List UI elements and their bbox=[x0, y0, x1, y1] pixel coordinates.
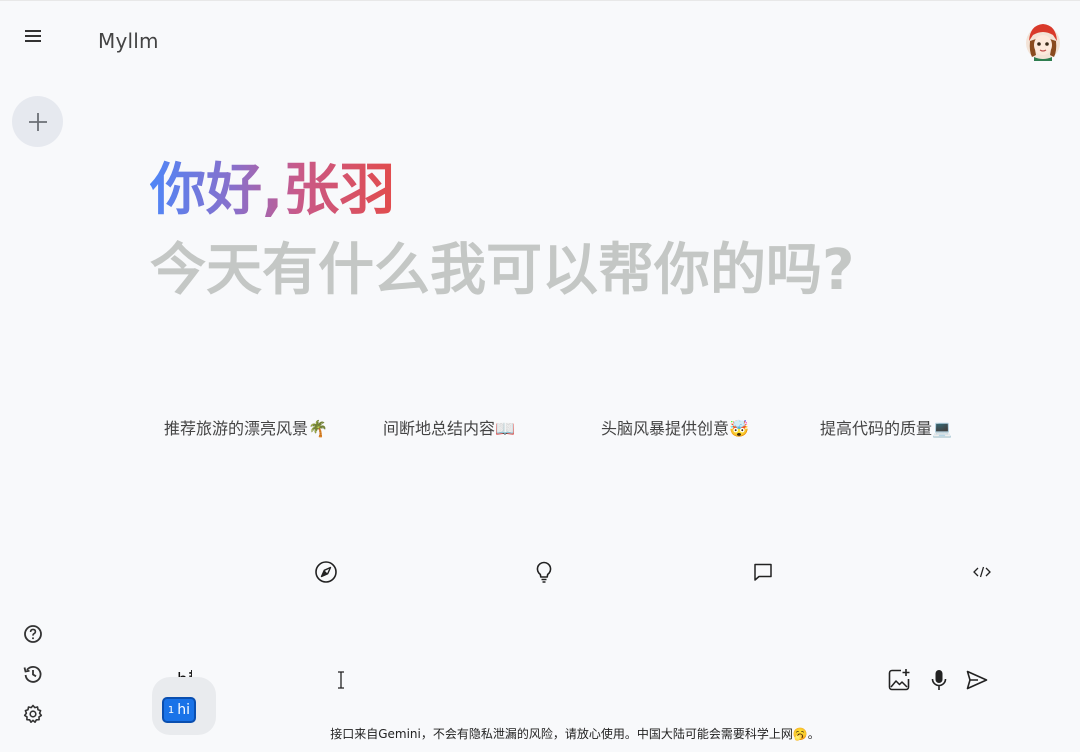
menu-icon[interactable] bbox=[20, 23, 46, 49]
code-icon[interactable] bbox=[969, 559, 995, 585]
greeting-subtitle: 今天有什么我可以帮你的吗? bbox=[150, 238, 855, 303]
plus-icon bbox=[28, 112, 47, 131]
lightbulb-icon[interactable] bbox=[531, 559, 557, 585]
app-title: Myllm bbox=[98, 29, 159, 53]
ibeam-cursor-icon bbox=[335, 670, 347, 690]
prompt-input[interactable] bbox=[160, 661, 864, 703]
suggestion-code-quality[interactable]: 提高代码的质量💻 bbox=[820, 415, 952, 439]
add-image-icon[interactable] bbox=[886, 667, 912, 693]
ime-candidate[interactable]: 1 hi bbox=[162, 697, 196, 723]
history-icon[interactable] bbox=[22, 663, 44, 685]
new-chat-button[interactable] bbox=[12, 96, 63, 147]
compass-icon[interactable] bbox=[313, 559, 339, 585]
greeting-title: 你好,张羽 bbox=[150, 155, 395, 227]
suggestion-travel[interactable]: 推荐旅游的漂亮风景🌴 bbox=[164, 415, 328, 439]
suggestion-summarize[interactable]: 间断地总结内容📖 bbox=[383, 415, 515, 439]
footer-notice: 接口来自Gemini，不会有隐私泄漏的风险，请放心使用。中国大陆可能会需要科学上… bbox=[330, 727, 820, 741]
help-icon[interactable] bbox=[22, 623, 44, 645]
user-avatar[interactable] bbox=[1024, 21, 1062, 61]
ime-candidate-index: 1 bbox=[167, 704, 175, 716]
settings-icon[interactable] bbox=[22, 703, 44, 725]
chat-bubble-icon[interactable] bbox=[750, 559, 776, 585]
ime-candidate-text: hi bbox=[177, 702, 191, 718]
microphone-icon[interactable] bbox=[926, 667, 952, 693]
suggestion-brainstorm[interactable]: 头脑风暴提供创意🤯 bbox=[601, 415, 749, 439]
send-icon[interactable] bbox=[964, 667, 990, 693]
